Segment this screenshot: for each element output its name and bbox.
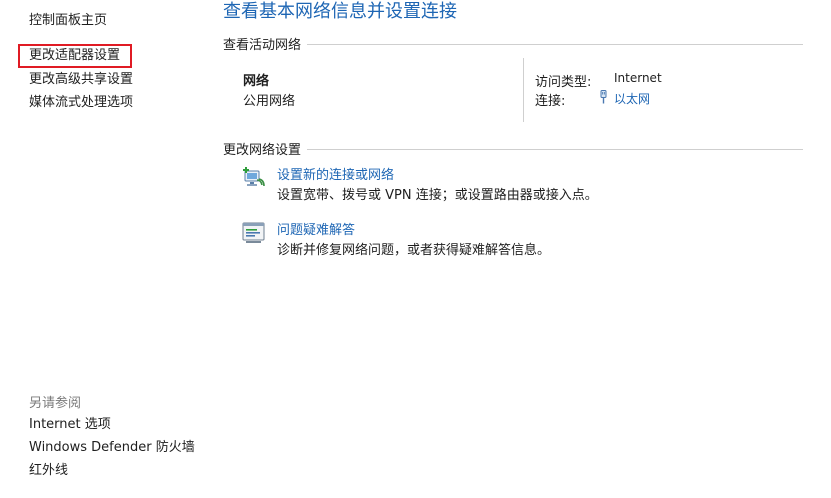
connections-label: 连接: [535, 94, 566, 109]
active-networks-section-header: 查看活动网络 [223, 34, 803, 53]
see-also-windows-defender-firewall[interactable]: Windows Defender 防火墙 [29, 438, 195, 457]
see-also-heading: 另请参阅 [29, 396, 82, 411]
ethernet-icon [598, 90, 609, 107]
setup-new-connection-description: 设置宽带、拨号或 VPN 连接；或设置路由器或接入点。 [277, 188, 598, 203]
network-name: 网络 [243, 74, 270, 89]
setup-new-connection-link[interactable]: 设置新的连接或网络 [277, 164, 394, 183]
active-networks-heading: 查看活动网络 [223, 38, 302, 53]
see-also-internet-options[interactable]: Internet 选项 [29, 415, 111, 434]
section-divider [307, 149, 803, 150]
troubleshoot-problems-link[interactable]: 问题疑难解答 [277, 219, 355, 238]
section-divider [307, 44, 803, 45]
access-type-value: Internet [614, 71, 662, 85]
nav-control-panel-home[interactable]: 控制面板主页 [29, 11, 107, 30]
ethernet-connection-label: 以太网 [614, 92, 651, 106]
nav-advanced-sharing-settings[interactable]: 更改高级共享设置 [29, 70, 133, 89]
nav-change-adapter-settings-label: 更改适配器设置 [29, 48, 121, 63]
see-also-infrared[interactable]: 红外线 [29, 461, 68, 480]
change-settings-section-header: 更改网络设置 [223, 139, 803, 158]
page-title: 查看基本网络信息并设置连接 [223, 1, 457, 22]
network-category[interactable]: 公用网络 [243, 90, 295, 109]
troubleshoot-icon [242, 221, 266, 245]
access-type-label: 访问类型: [535, 75, 592, 90]
vertical-divider [523, 58, 524, 122]
new-connection-icon [242, 166, 266, 190]
troubleshoot-problems-description: 诊断并修复网络问题，或者获得疑难解答信息。 [277, 243, 551, 258]
nav-media-streaming-options[interactable]: 媒体流式处理选项 [29, 93, 133, 112]
nav-change-adapter-settings[interactable]: 更改适配器设置 [18, 44, 132, 68]
ethernet-connection-link[interactable]: 以太网 [598, 90, 650, 107]
change-settings-heading: 更改网络设置 [223, 143, 302, 158]
